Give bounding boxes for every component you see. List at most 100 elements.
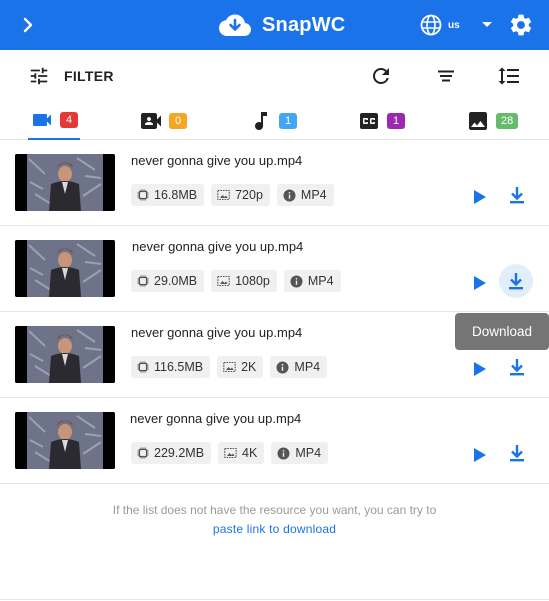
chip-icon xyxy=(137,189,149,201)
tab-badge: 1 xyxy=(387,113,405,129)
line-spacing-icon xyxy=(498,67,519,85)
tab-audio[interactable]: 1 xyxy=(247,102,299,140)
file-quality: 1080p xyxy=(235,274,270,288)
file-meta: 229.2MB 4K MP4 xyxy=(131,442,329,464)
download-button[interactable] xyxy=(499,264,533,298)
expand-button[interactable] xyxy=(18,13,40,37)
chip-icon xyxy=(137,361,149,373)
app-header: SnapWC us xyxy=(0,0,549,50)
file-quality: 4K xyxy=(242,446,258,460)
file-meta: 29.0MB 1080p MP4 xyxy=(131,270,341,292)
brand: SnapWC xyxy=(218,10,345,40)
filter-label: FILTER xyxy=(64,68,114,84)
language-selector[interactable]: us xyxy=(420,12,496,38)
tab-badge: 1 xyxy=(279,113,297,129)
chip-icon xyxy=(137,447,149,459)
tab-badge: 0 xyxy=(169,113,187,129)
resolution-icon xyxy=(217,189,230,201)
quality-chip: 1080p xyxy=(211,270,277,292)
download-button[interactable] xyxy=(505,183,529,207)
tab-subtitles[interactable]: 1 xyxy=(355,102,407,140)
video-thumbnail[interactable] xyxy=(15,154,115,211)
file-size: 16.8MB xyxy=(154,188,198,202)
list-item: never gonna give you up.mp4 29.0MB 1080p… xyxy=(0,226,549,312)
size-chip: 229.2MB xyxy=(131,442,212,464)
footer-hint: If the list does not have the resource y… xyxy=(0,500,549,536)
language-code: us xyxy=(448,19,460,31)
list-item: never gonna give you up.mp4 229.2MB 4K M… xyxy=(0,398,549,484)
video-thumbnail[interactable] xyxy=(15,326,115,383)
file-format: MP4 xyxy=(300,188,327,202)
image-icon xyxy=(469,112,487,130)
file-name: never gonna give you up.mp4 xyxy=(130,411,302,426)
play-button[interactable] xyxy=(469,445,489,465)
category-tabs: 4 0 1 1 28 xyxy=(0,102,549,140)
refresh-button[interactable] xyxy=(369,64,393,88)
list-item: never gonna give you up.mp4 16.8MB 720p … xyxy=(0,140,549,226)
file-size: 229.2MB xyxy=(154,446,205,460)
sort-button[interactable] xyxy=(434,64,458,88)
info-icon xyxy=(290,275,303,287)
video-thumbnail[interactable] xyxy=(15,412,115,469)
tab-contacts[interactable]: 0 xyxy=(137,102,189,140)
video-thumbnail[interactable] xyxy=(15,240,115,297)
download-icon xyxy=(509,273,523,290)
download-tooltip: Download xyxy=(455,313,549,350)
file-quality: 2K xyxy=(241,360,257,374)
toolbar: FILTER xyxy=(0,50,549,102)
closed-caption-icon xyxy=(360,113,378,129)
chip-icon xyxy=(137,275,149,287)
play-icon xyxy=(474,362,486,376)
play-icon xyxy=(474,190,486,204)
refresh-icon xyxy=(373,68,389,84)
tab-badge: 28 xyxy=(496,113,519,129)
music-note-icon xyxy=(255,112,267,130)
format-chip: MP4 xyxy=(276,184,334,206)
file-meta: 116.5MB 2K MP4 xyxy=(131,356,328,378)
tab-badge: 4 xyxy=(60,112,78,128)
settings-button[interactable] xyxy=(508,12,534,38)
format-chip: MP4 xyxy=(283,270,341,292)
file-format: MP4 xyxy=(307,274,334,288)
resolution-icon xyxy=(223,361,236,373)
footer-text: If the list does not have the resource y… xyxy=(112,503,437,517)
quality-chip: 720p xyxy=(211,184,270,206)
info-icon xyxy=(277,447,290,459)
play-icon xyxy=(474,276,486,290)
chevron-right-icon xyxy=(23,17,33,33)
caret-down-icon xyxy=(481,22,492,27)
play-button[interactable] xyxy=(469,359,489,379)
paste-link[interactable]: paste link to download xyxy=(213,522,336,536)
video-camera-icon xyxy=(33,114,51,126)
tab-images[interactable]: 28 xyxy=(464,102,520,140)
size-chip: 29.0MB xyxy=(131,270,205,292)
globe-icon xyxy=(420,14,442,36)
file-name: never gonna give you up.mp4 xyxy=(131,153,303,168)
download-button[interactable] xyxy=(505,441,529,465)
app-title: SnapWC xyxy=(262,13,346,36)
play-icon xyxy=(474,448,486,462)
play-button[interactable] xyxy=(469,187,489,207)
info-icon xyxy=(283,189,296,201)
download-button[interactable] xyxy=(505,355,529,379)
divider xyxy=(0,599,549,600)
file-name: never gonna give you up.mp4 xyxy=(131,325,303,340)
download-icon xyxy=(510,445,524,462)
download-icon xyxy=(510,187,524,204)
line-spacing-button[interactable] xyxy=(497,64,521,88)
gear-icon xyxy=(510,14,532,36)
play-button[interactable] xyxy=(469,273,489,293)
resolution-icon xyxy=(224,447,237,459)
file-format: MP4 xyxy=(294,360,321,374)
quality-chip: 4K xyxy=(218,442,265,464)
format-chip: MP4 xyxy=(270,356,328,378)
tune-icon xyxy=(30,67,48,85)
info-icon xyxy=(276,361,289,373)
file-quality: 720p xyxy=(235,188,263,202)
tab-videos[interactable]: 4 xyxy=(28,102,80,140)
size-chip: 116.5MB xyxy=(131,356,211,378)
file-meta: 16.8MB 720p MP4 xyxy=(131,184,334,206)
format-chip: MP4 xyxy=(271,442,329,464)
filter-button[interactable]: FILTER xyxy=(28,64,114,88)
contact-video-icon xyxy=(141,113,161,129)
